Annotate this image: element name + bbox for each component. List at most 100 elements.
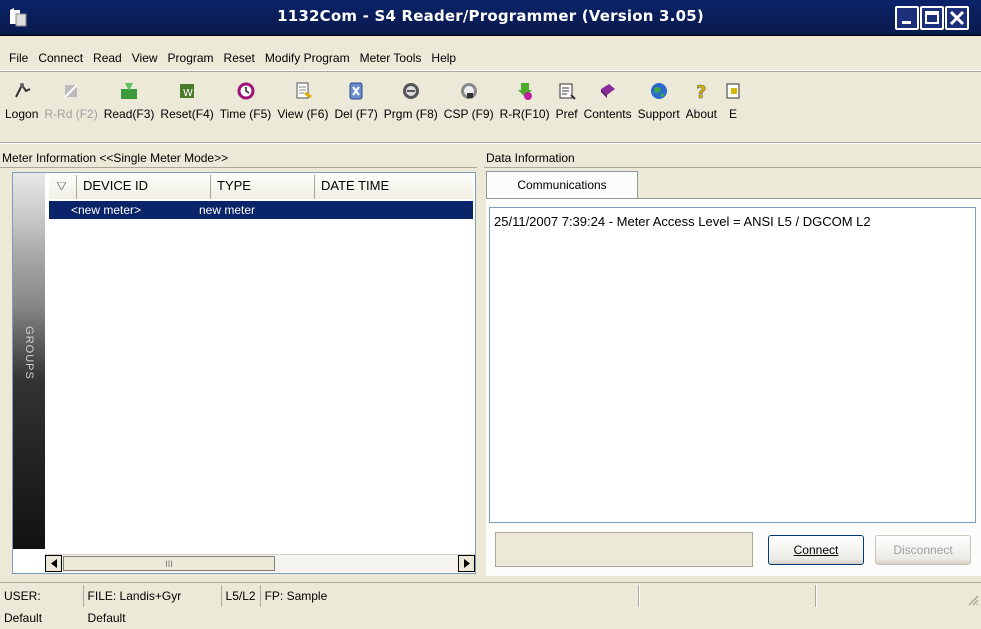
reread-label: R-Rd (F2) bbox=[44, 107, 98, 121]
close-icon bbox=[949, 10, 965, 26]
cell-device-id: <new meter> bbox=[71, 203, 142, 217]
groups-label-wrap: GROUPS bbox=[13, 303, 45, 403]
menu-modify-program[interactable]: Modify Program bbox=[260, 51, 355, 65]
sort-column-header[interactable] bbox=[49, 175, 77, 199]
read-reset-label: R-R(F10) bbox=[499, 107, 550, 121]
book-icon bbox=[600, 84, 615, 98]
groups-label: GROUPS bbox=[23, 326, 35, 380]
status-level: L5/L2 bbox=[222, 584, 261, 607]
reset-label: Reset(F4) bbox=[160, 107, 214, 121]
tab-communications[interactable]: Communications bbox=[486, 171, 638, 198]
minimize-icon bbox=[902, 21, 911, 24]
meter-list-panel: GROUPS DEVICE ID TYPE DATE TIME <new met… bbox=[12, 172, 476, 574]
status-bar: USER: Default FILE: Landis+Gyr Default L… bbox=[0, 582, 981, 625]
toolbar: Logon R-Rd (F2) Read(F3) W Reset(F4) Tim… bbox=[0, 75, 981, 141]
disconnect-label: Disconnect bbox=[893, 543, 953, 557]
maximize-button[interactable] bbox=[920, 6, 944, 30]
view-icon bbox=[296, 82, 312, 99]
resize-grip-icon[interactable] bbox=[967, 594, 979, 606]
csp-icon bbox=[460, 83, 477, 99]
menu-connect[interactable]: Connect bbox=[33, 51, 88, 65]
reset-button[interactable]: W Reset(F4) bbox=[157, 75, 216, 135]
contents-button[interactable]: Contents bbox=[581, 75, 635, 135]
delete-button[interactable]: Del (F7) bbox=[331, 75, 380, 135]
svg-text:?: ? bbox=[696, 82, 706, 101]
scroll-right-button[interactable] bbox=[458, 555, 475, 572]
status-user: USER: Default bbox=[0, 584, 84, 625]
horizontal-scrollbar[interactable]: III bbox=[45, 554, 475, 572]
close-button[interactable] bbox=[945, 6, 969, 30]
about-label: About bbox=[685, 107, 718, 121]
column-type[interactable]: TYPE bbox=[211, 175, 315, 199]
connection-status-field bbox=[495, 532, 753, 567]
menu-read[interactable]: Read bbox=[88, 51, 127, 65]
menu-help[interactable]: Help bbox=[426, 51, 461, 65]
meter-information-header: Meter Information <<Single Meter Mode>> bbox=[0, 149, 477, 168]
globe-icon bbox=[650, 83, 667, 99]
toolbar-divider bbox=[0, 142, 981, 144]
status-empty-2 bbox=[816, 584, 981, 607]
exit-icon bbox=[726, 83, 740, 99]
menu-bar: File Connect Read View Program Reset Mod… bbox=[0, 48, 981, 68]
support-label: Support bbox=[637, 107, 680, 121]
column-device-id[interactable]: DEVICE ID bbox=[77, 175, 211, 199]
table-row[interactable]: <new meter> new meter bbox=[49, 201, 473, 219]
arrow-right-icon bbox=[463, 559, 470, 568]
logon-label: Logon bbox=[5, 107, 39, 121]
preferences-icon bbox=[559, 83, 576, 100]
sort-down-icon bbox=[56, 181, 67, 192]
logon-button[interactable]: Logon bbox=[2, 75, 41, 135]
status-file: FILE: Landis+Gyr Default bbox=[84, 584, 222, 625]
delete-icon bbox=[349, 82, 363, 100]
cell-type: new meter bbox=[199, 203, 256, 217]
program-label: Prgm (F8) bbox=[383, 107, 438, 121]
disconnect-button[interactable]: Disconnect bbox=[875, 535, 971, 565]
program-button[interactable]: Prgm (F8) bbox=[381, 75, 441, 135]
read-label: Read(F3) bbox=[103, 107, 155, 121]
read-button[interactable]: Read(F3) bbox=[101, 75, 158, 135]
communications-log[interactable]: 25/11/2007 7:39:24 - Meter Access Level … bbox=[489, 207, 976, 523]
title-bar: 1132Com - S4 Reader/Programmer (Version … bbox=[0, 0, 981, 36]
column-date-time[interactable]: DATE TIME bbox=[315, 175, 473, 199]
reread-icon bbox=[64, 84, 78, 98]
program-icon bbox=[402, 83, 419, 99]
scroll-thumb-grip: III bbox=[165, 558, 173, 569]
reread-button[interactable]: R-Rd (F2) bbox=[41, 75, 100, 135]
view-label: View (F6) bbox=[277, 107, 329, 121]
log-entry: 25/11/2007 7:39:24 - Meter Access Level … bbox=[494, 214, 871, 229]
clock-icon bbox=[237, 82, 255, 100]
menu-view[interactable]: View bbox=[127, 51, 163, 65]
groups-sidebar[interactable]: GROUPS bbox=[13, 173, 45, 549]
delete-label: Del (F7) bbox=[334, 107, 378, 121]
connect-button[interactable]: Connect bbox=[768, 535, 864, 565]
maximize-icon bbox=[925, 11, 939, 24]
connect-label: Connect bbox=[793, 543, 839, 557]
view-button[interactable]: View (F6) bbox=[274, 75, 331, 135]
reset-icon: W bbox=[180, 84, 195, 99]
about-button[interactable]: ? About bbox=[683, 75, 720, 135]
exit-label: E bbox=[729, 107, 738, 121]
exit-button[interactable]: E bbox=[720, 75, 746, 135]
data-information-header: Data Information bbox=[484, 149, 981, 168]
menu-program[interactable]: Program bbox=[163, 51, 219, 65]
time-button[interactable]: Time (F5) bbox=[217, 75, 275, 135]
status-empty-1 bbox=[639, 584, 817, 607]
preferences-button[interactable]: Pref bbox=[553, 75, 581, 135]
scroll-thumb[interactable]: III bbox=[63, 556, 275, 571]
menu-meter-tools[interactable]: Meter Tools bbox=[355, 51, 427, 65]
time-label: Time (F5) bbox=[219, 107, 272, 121]
scroll-left-button[interactable] bbox=[45, 555, 62, 572]
preferences-label: Pref bbox=[555, 107, 578, 121]
question-icon: ? bbox=[696, 82, 707, 101]
arrow-left-icon bbox=[50, 559, 57, 568]
menu-reset[interactable]: Reset bbox=[219, 51, 260, 65]
logon-icon bbox=[14, 83, 31, 98]
menu-file[interactable]: File bbox=[4, 51, 33, 65]
minimize-button[interactable] bbox=[895, 6, 919, 30]
contents-label: Contents bbox=[583, 107, 632, 121]
csp-button[interactable]: CSP (F9) bbox=[441, 75, 497, 135]
support-button[interactable]: Support bbox=[635, 75, 683, 135]
read-reset-button[interactable]: R-R(F10) bbox=[497, 75, 553, 135]
menu-divider bbox=[0, 70, 981, 72]
read-icon bbox=[121, 83, 138, 99]
